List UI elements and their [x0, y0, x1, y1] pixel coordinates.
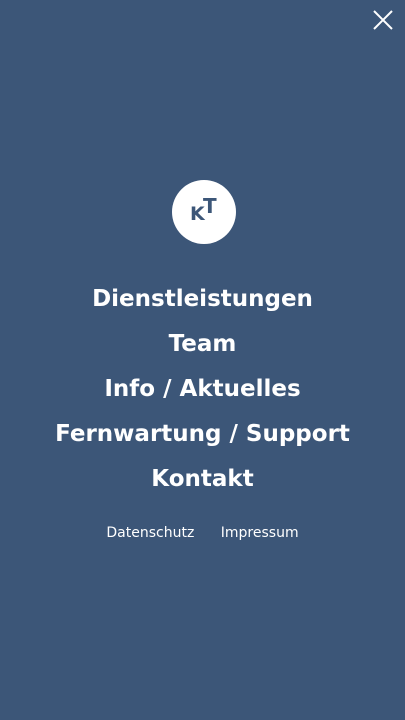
nav-item-info-aktuelles[interactable]: Info / Aktuelles — [0, 371, 405, 416]
legal-links: Datenschutz Impressum — [0, 525, 405, 541]
close-button[interactable] — [372, 9, 394, 31]
close-icon — [373, 10, 393, 30]
nav-item-dienstleistungen[interactable]: Dienstleistungen — [0, 281, 405, 326]
logo[interactable]: K T — [172, 180, 236, 244]
logo-letter-t: T — [203, 194, 217, 218]
nav-item-team[interactable]: Team — [0, 326, 405, 371]
datenschutz-link[interactable]: Datenschutz — [106, 525, 194, 541]
nav-item-kontakt[interactable]: Kontakt — [0, 461, 405, 506]
nav-item-fernwartung-support[interactable]: Fernwartung / Support — [0, 416, 405, 461]
logo-mark: K T — [172, 180, 236, 244]
impressum-link[interactable]: Impressum — [221, 525, 299, 541]
main-navigation: Dienstleistungen Team Info / Aktuelles F… — [0, 281, 405, 506]
